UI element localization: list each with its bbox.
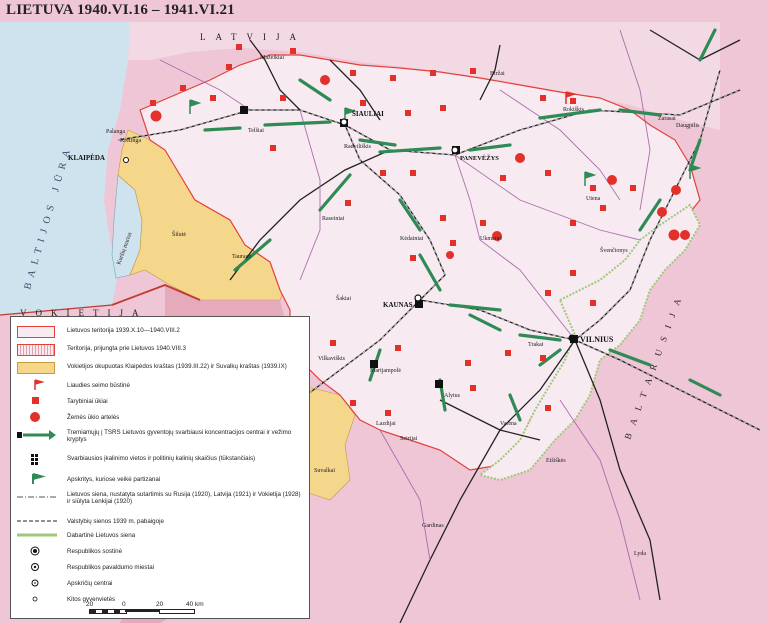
city-label-lazdijai: Lazdijai [376, 421, 396, 427]
legend-row: Vokietijos okupuotas Klaipėdos kraštas (… [11, 361, 309, 375]
legend-row: Žemės ūkio artelės [11, 411, 309, 425]
city-label-radviliskis: Radviliškis [344, 144, 372, 150]
city-label-raseiniai: Raseiniai [322, 216, 345, 222]
legend-row: Respublikos sostinė [11, 545, 309, 559]
city-label-palanga: Palanga [106, 129, 125, 135]
city-label-vilnius: VILNIUS [580, 335, 614, 344]
legend-text: Dabartinė Lietuvos siena [67, 532, 136, 539]
city-label-kedainiai: Kėdainiai [400, 236, 424, 242]
lithuania-border-icon [17, 496, 57, 498]
soviet-farm-icon [32, 397, 39, 404]
legend-text: Respublikos pavaldumo miestai [67, 564, 155, 571]
legend-text: Svarbiausios įkalinimo vietos ir politin… [67, 455, 256, 462]
legend-text: Vokietijos okupuotas Klaipėdos kraštas (… [67, 363, 287, 370]
scale-tick: 40 km [186, 601, 204, 608]
scale-segment [89, 609, 127, 614]
legend-symbol-occupied [17, 362, 55, 374]
legend-text: Tremiamųjų į TSRS Lietuvos gyventojų sva… [67, 429, 292, 443]
partisan-flag-icon [32, 473, 46, 484]
city-label-utena: Utena [586, 196, 601, 202]
legend-row: Tremiamųjų į TSRS Lietuvos gyventojų sva… [11, 429, 309, 449]
scale-segment [159, 609, 195, 614]
city-label-rokiskis: Rokiškis [563, 107, 585, 113]
legend-symbol-annexed [17, 344, 55, 356]
legend-text: Respublikos sostinė [67, 548, 123, 555]
legend-row: Tarybiniai ūkiai [11, 395, 309, 409]
legend-row: Valstybių sienos 1939 m. pabaigoje [11, 515, 309, 529]
legend-text: Lietuvos teritorija 1939.X.10—1940.VIII.… [67, 327, 180, 334]
city-label-sakiai: Šakiai [336, 294, 351, 302]
capital-icon [30, 546, 40, 556]
legend-text: Apskritys, kuriose veikė partizanai [67, 476, 161, 483]
city-label-silute: Šilutė [172, 230, 186, 238]
city-label-svencionys: Švenčionys [600, 246, 628, 254]
collective-farm-icon [30, 412, 40, 422]
legend-row: Liaudies seimo būstinė [11, 379, 309, 393]
city-label-kaunas: KAUNAS [383, 301, 413, 309]
current-border-icon [17, 533, 57, 537]
republic-city-icon [31, 563, 39, 571]
city-label-taurage: Tauragė [232, 254, 252, 260]
scale-tick: 20 [86, 601, 94, 608]
city-label-lyda: Lyda [634, 551, 646, 557]
legend-row: Apskritys, kuriose veikė partizanai [11, 473, 309, 487]
city-label-eisiskes: Eišiškės [546, 458, 566, 464]
county-centre-icon [31, 579, 39, 587]
legend-text: Apskričių centrai [67, 580, 113, 587]
city-label-seirijai: Seirijai [400, 436, 418, 442]
city-label-kretinga: Kretinga [120, 138, 141, 144]
city-label-birzai: Biržai [490, 71, 505, 77]
city-label-alytus: Alytus [444, 393, 461, 399]
legend-text: Tarybiniai ūkiai [67, 398, 108, 405]
legend-symbol-territory [17, 326, 55, 338]
legend-row: Svarbiausios įkalinimo vietos ir politin… [11, 453, 309, 471]
city-label-varena: Varėna [500, 421, 517, 427]
scale-segment [125, 609, 159, 612]
legend-row: Apskričių centrai [11, 577, 309, 591]
city-label-marijampole: Marijampolė [370, 368, 401, 374]
map-page: BALTIJOS JŪRA Kuršių marios VOKIETIJA BA… [0, 0, 768, 623]
scale-tick: 0 [122, 601, 126, 608]
city-label-daugpilis: Daugpilis [676, 123, 700, 129]
city-label-panevezys: PANEVĖŽYS [460, 154, 499, 162]
country-label-latvija: LATVIJA [200, 32, 306, 42]
legend-row: Lietuvos teritorija 1939.X.10—1940.VIII.… [11, 325, 309, 339]
legend-row: Teritorija, prijungta prie Lietuvos 1940… [11, 343, 309, 357]
legend-text: Liaudies seimo būstinė [67, 382, 130, 389]
legend-text: Lietuvos siena, nustatyta sutartimis su … [67, 491, 301, 505]
seimas-icon [34, 379, 45, 390]
legend-row: Lietuvos siena, nustatyta sutartimis su … [11, 491, 309, 513]
city-label-ukmerge: Ukmergė [480, 236, 503, 242]
city-label-suvalkai: Suvalkai [314, 468, 335, 474]
legend-text: Teritorija, prijungta prie Lietuvos 1940… [67, 345, 187, 352]
city-label-vilkaviskis: Vilkaviškis [318, 356, 346, 362]
city-label-siauliai: ŠIAULIAI [352, 110, 384, 118]
city-label-telsiai: Telšiai [248, 128, 264, 134]
settlement-icon [32, 596, 38, 602]
city-label-trakai: Trakai [528, 342, 544, 348]
city-label-mazeikiai: Mažeikiai [260, 55, 284, 61]
legend-text: Žemės ūkio artelės [67, 414, 120, 421]
city-label-zarasai: Zarasai [658, 116, 676, 122]
city-label-klaipeda: KLAIPĖDA [68, 154, 105, 162]
city-label-gardinas: Gardinas [422, 523, 444, 529]
state-border-icon [17, 520, 57, 522]
prison-icon [31, 454, 38, 465]
legend-text: Valstybių sienos 1939 m. pabaigoje [67, 518, 164, 525]
page-title: LIETUVA 1940.VI.16 – 1941.VI.21 [6, 2, 235, 18]
scale-tick: 20 [156, 601, 164, 608]
legend-row: Respublikos pavaldumo miestai [11, 561, 309, 575]
legend-row: Dabartinė Lietuvos siena [11, 529, 309, 543]
legend: Lietuvos teritorija 1939.X.10—1940.VIII.… [10, 316, 310, 619]
deportation-arrow-icon [17, 430, 56, 440]
scale-bar: 20 0 20 40 km [86, 601, 206, 619]
